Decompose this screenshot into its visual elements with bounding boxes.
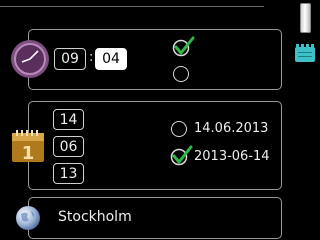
date-format-iso-radio[interactable]: [169, 144, 195, 172]
format-24h-radio[interactable]: [171, 35, 197, 63]
date-format-iso-label[interactable]: 2013-06-14: [194, 149, 270, 164]
format-12h-radio[interactable]: [173, 66, 189, 82]
scrollbar-thumb[interactable]: [300, 3, 311, 33]
date-format-option-radio[interactable]: [171, 121, 187, 137]
month-field[interactable]: 06: [53, 136, 84, 157]
calendar-icon: 1: [11, 129, 45, 164]
header-divider: [0, 6, 264, 7]
time-separator: :: [89, 50, 94, 65]
location-city[interactable]: Stockholm: [58, 209, 132, 225]
minutes-field[interactable]: 04: [95, 48, 127, 70]
day-field[interactable]: 14: [53, 109, 84, 130]
card-icon: [294, 43, 318, 65]
year-field[interactable]: 13: [53, 163, 84, 184]
date-format-option-label[interactable]: 14.06.2013: [194, 121, 268, 136]
calendar-icon-digit: 1: [22, 143, 35, 163]
clock-icon: [10, 39, 50, 79]
hours-field[interactable]: 09: [54, 48, 86, 70]
globe-icon: [15, 205, 41, 231]
